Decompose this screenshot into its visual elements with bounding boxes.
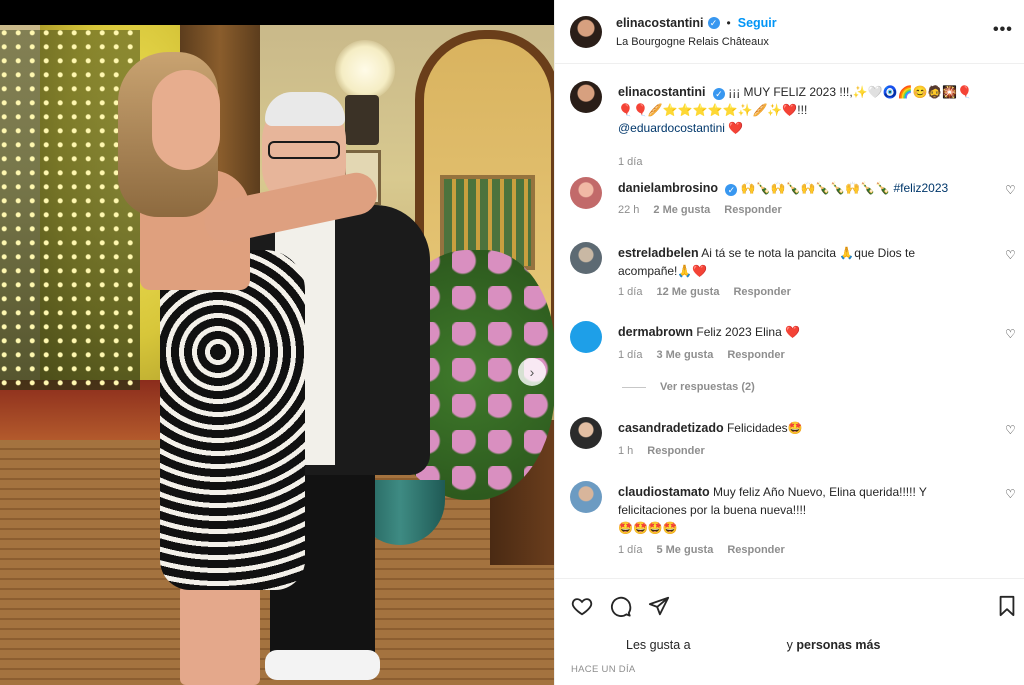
reply-button[interactable]: Responder (727, 349, 784, 361)
comment-meta: 22 h 2 Me gusta Responder (618, 204, 782, 216)
caption-avatar[interactable] (570, 81, 602, 113)
caption-mention[interactable]: @eduardocostantini (618, 121, 725, 135)
author-username[interactable]: elinacostantini (616, 16, 704, 30)
chevron-right-icon[interactable]: › (518, 358, 546, 386)
comment-avatar[interactable] (570, 417, 602, 449)
comment-icon[interactable] (609, 594, 633, 618)
likes-prefix: Les gusta a (626, 638, 691, 652)
comment-avatar[interactable] (570, 481, 602, 513)
comment-meta: 1 día 3 Me gusta Responder (618, 349, 785, 361)
comment-username[interactable]: danielambrosino (618, 181, 718, 195)
heart-icon[interactable]: ♡ (1005, 487, 1016, 501)
location-link[interactable]: La Bourgogne Relais Châteaux (616, 36, 769, 48)
verified-badge-icon: ✓ (725, 184, 738, 196)
comment-time[interactable]: 1 día (618, 349, 642, 361)
heart-icon[interactable]: ♡ (1005, 423, 1016, 437)
comment-text: danielambrosino ✓ 🙌🍾🙌🍾🙌🍾🍾🙌🍾🍾 #feliz2023 (618, 179, 988, 197)
comment-hashtag[interactable]: #feliz2023 (893, 181, 948, 195)
comment-body: Felicidades🤩 (726, 421, 803, 435)
heart-icon[interactable]: ♡ (1005, 248, 1016, 262)
comment-username[interactable]: claudiostamato (618, 485, 710, 499)
caption-username[interactable]: elinacostantini (618, 85, 706, 99)
photo-man-hair (265, 92, 345, 126)
comment-text: dermabrown Feliz 2023 Elina ❤️ (618, 323, 988, 341)
comment-likes[interactable]: 2 Me gusta (653, 204, 710, 216)
caption-line-1: ¡¡¡ MUY FELIZ 2023 !!!,✨🤍🧿🌈😊🧔🎇🎈 (728, 85, 973, 99)
comment-meta: 1 h Responder (618, 445, 705, 457)
comment-avatar[interactable] (570, 321, 602, 353)
post-photo[interactable]: › (0, 0, 554, 685)
comment-avatar[interactable] (570, 177, 602, 209)
comment-emojis: 🤩🤩🤩🤩 (618, 521, 678, 535)
view-replies-label: Ver respuestas (2) (660, 381, 755, 393)
caption-text: elinacostantini ✓ ¡¡¡ MUY FELIZ 2023 !!!… (618, 83, 988, 137)
photo-woman-legs (180, 585, 260, 685)
photo-christmas-tree (0, 30, 140, 390)
author-avatar[interactable] (570, 16, 602, 48)
comment-meta: 1 día 12 Me gusta Responder (618, 286, 791, 298)
comment-likes[interactable]: 12 Me gusta (656, 286, 719, 298)
photo-lamp-base (345, 95, 379, 145)
photo-woman-face (152, 70, 220, 170)
post-actions (555, 590, 1024, 624)
separator-dot: • (726, 16, 731, 30)
photo-man-shoes (265, 650, 380, 680)
reply-button[interactable]: Responder (647, 445, 704, 457)
view-replies-line (622, 386, 646, 388)
bookmark-icon[interactable] (995, 594, 1019, 618)
comment-meta: 1 día 5 Me gusta Responder (618, 544, 785, 556)
photo-woman-dress (160, 250, 305, 590)
more-options-icon[interactable]: ••• (993, 22, 1013, 38)
posted-ago[interactable]: HACE UN DÍA (571, 664, 636, 675)
comments-list[interactable]: elinacostantini ✓ ¡¡¡ MUY FELIZ 2023 !!!… (555, 65, 1024, 579)
likes-and: y (786, 638, 793, 652)
comment-likes[interactable]: 3 Me gusta (656, 349, 713, 361)
heart-icon[interactable]: ♡ (1005, 183, 1016, 197)
comment-username[interactable]: estreladbelen (618, 246, 699, 260)
post-header: elinacostantini ✓ • Seguir La Bourgogne … (555, 0, 1024, 64)
reply-button[interactable]: Responder (724, 204, 781, 216)
photo-top-bar (0, 0, 554, 25)
comment-time[interactable]: 1 día (618, 544, 642, 556)
comment-username[interactable]: casandradetizado (618, 421, 724, 435)
post-side-panel: elinacostantini ✓ • Seguir La Bourgogne … (554, 0, 1024, 685)
comment-text: estreladbelen Ai tá se te nota la pancit… (618, 244, 938, 280)
comment-time[interactable]: 1 h (618, 445, 633, 457)
verified-badge-icon: ✓ (707, 17, 720, 29)
heart-emoji: ❤️ (728, 121, 744, 135)
comment-text: casandradetizado Felicidades🤩 (618, 419, 988, 437)
likes-others[interactable]: personas más (796, 638, 880, 652)
photo-man-glasses (268, 141, 340, 159)
verified-badge-icon: ✓ (712, 88, 725, 100)
comment-time[interactable]: 1 día (618, 286, 642, 298)
author-row: elinacostantini ✓ • Seguir (616, 16, 777, 30)
heart-icon[interactable] (570, 594, 594, 618)
follow-button[interactable]: Seguir (738, 16, 777, 30)
comment-text: claudiostamato Muy feliz Año Nuevo, Elin… (618, 483, 968, 537)
caption-time[interactable]: 1 día (618, 156, 642, 168)
caption-line-2: 🎈🎈🥖⭐⭐⭐⭐⭐✨🥖✨❤️!!! (618, 103, 808, 117)
view-replies-button[interactable]: Ver respuestas (2) (622, 381, 755, 393)
heart-icon[interactable]: ♡ (1005, 327, 1016, 341)
comment-body: Feliz 2023 Elina ❤️ (696, 325, 801, 339)
comment-username[interactable]: dermabrown (618, 325, 693, 339)
photo-lamp (335, 40, 395, 100)
comment-avatar[interactable] (570, 242, 602, 274)
likes-summary[interactable]: Les gusta a y personas más (626, 638, 880, 652)
paper-plane-icon[interactable] (647, 594, 671, 618)
comment-likes[interactable]: 5 Me gusta (656, 544, 713, 556)
reply-button[interactable]: Responder (733, 286, 790, 298)
comment-time[interactable]: 22 h (618, 204, 639, 216)
comment-body: 🙌🍾🙌🍾🙌🍾🍾🙌🍾🍾 (740, 181, 891, 195)
reply-button[interactable]: Responder (727, 544, 784, 556)
